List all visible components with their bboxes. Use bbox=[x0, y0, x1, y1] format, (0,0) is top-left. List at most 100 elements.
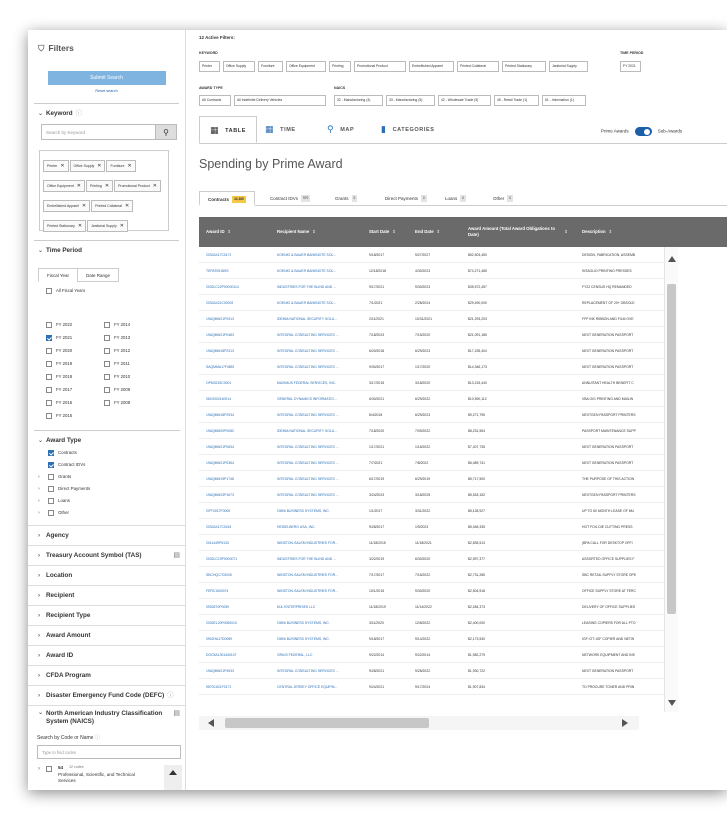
tab-contract-idvs[interactable]: Contract IDVs 970 bbox=[270, 191, 311, 206]
award-id-link[interactable]: 19AQMM18P2934 bbox=[206, 407, 234, 423]
award-id-link[interactable]: 2032LC19P0000071 bbox=[206, 551, 237, 567]
recipient-link[interactable]: MAXIMUS FEDERAL SERVICES, INC. bbox=[277, 375, 365, 391]
recipient-link[interactable]: INTEGRAL CONSULTING SERVICES ... bbox=[277, 343, 365, 359]
award-type-item[interactable]: Contract IDVs bbox=[38, 459, 185, 471]
checkbox[interactable] bbox=[46, 765, 52, 772]
recipient-link[interactable]: OMNI BUSINESS SYSTEMS, INC. bbox=[277, 615, 365, 631]
recipient-link[interactable]: INTEGRAL CONSULTING SERVICES ... bbox=[277, 471, 365, 487]
column-header[interactable]: Description ⇕ bbox=[582, 217, 664, 247]
tab-contracts[interactable]: Contracts 33,385 bbox=[199, 191, 255, 206]
checkbox[interactable] bbox=[104, 373, 110, 380]
recipient-link[interactable]: MJL ENTERPRISES LLC bbox=[277, 599, 365, 615]
keyword-chip[interactable]: Office Supply ✕ bbox=[69, 160, 106, 172]
award-type-item[interactable]: › Grants bbox=[38, 471, 185, 483]
keyword-chip[interactable]: Printer ✕ bbox=[43, 160, 69, 172]
tab-direct-payments[interactable]: Direct Payments 0 bbox=[385, 191, 427, 206]
award-id-link[interactable]: 19AQMM21P0364 bbox=[206, 455, 234, 471]
award-id-link[interactable]: 19AQMM21P0313 bbox=[206, 311, 234, 327]
section-header-recipient-type[interactable]: › Recipient Type bbox=[28, 606, 185, 626]
close-icon[interactable]: ✕ bbox=[128, 163, 132, 169]
keyword-chip[interactable]: Embellished Apparel ✕ bbox=[43, 200, 91, 212]
filter-tag[interactable]: 42 - Wholesale Trade (5) bbox=[438, 95, 491, 106]
section-header-treasury-account-symbol-tas[interactable]: › Treasury Account Symbol (TAS) ▤ bbox=[28, 546, 185, 566]
filter-tag[interactable]: Printed Collateral bbox=[457, 61, 499, 72]
section-header-award-id[interactable]: › Award ID bbox=[28, 646, 185, 666]
fiscal-year-checkbox[interactable]: FY 2020 bbox=[46, 344, 72, 357]
checkbox[interactable] bbox=[104, 334, 110, 341]
fiscal-year-checkbox[interactable]: FY 2019 bbox=[46, 357, 72, 370]
submit-search-button[interactable]: Submit Search bbox=[47, 71, 166, 85]
recipient-link[interactable]: INTEGRAL CONSULTING SERVICES ... bbox=[277, 359, 365, 375]
recipient-link[interactable]: OMNI BUSINESS SYSTEMS, INC. bbox=[277, 503, 365, 519]
checkbox[interactable] bbox=[48, 473, 54, 480]
filter-tag[interactable]: Office Supply bbox=[223, 61, 255, 72]
recipient-link[interactable]: KOENIG & BAUER BANKNOTE SOL... bbox=[277, 295, 365, 311]
checkbox[interactable] bbox=[104, 386, 110, 393]
time-period-section-header[interactable]: ⌄ Time Period bbox=[28, 241, 185, 261]
table-icon[interactable]: ▤ bbox=[173, 546, 180, 566]
award-id-link[interactable]: 2032A417C0248 bbox=[206, 519, 231, 535]
checkbox[interactable] bbox=[46, 360, 52, 367]
filter-tag[interactable]: Printer bbox=[199, 61, 220, 72]
sort-icon[interactable]: ⇕ bbox=[564, 229, 568, 235]
recipient-link[interactable]: INTEGRAL CONSULTING SERVICES ... bbox=[277, 663, 365, 679]
close-icon[interactable]: ✕ bbox=[105, 183, 109, 189]
keyword-chip[interactable]: Promotional Product ✕ bbox=[114, 180, 161, 192]
recipient-link[interactable]: IDEMIA NATIONAL SECURITY SOLU... bbox=[277, 423, 365, 439]
recipient-link[interactable]: GRIUS FEDERAL, LLC bbox=[277, 647, 365, 663]
checkbox[interactable] bbox=[104, 321, 110, 328]
section-header-cfda-program[interactable]: › CFDA Program bbox=[28, 666, 185, 686]
recipient-link[interactable]: INTEGRAL CONSULTING SERVICES ... bbox=[277, 439, 365, 455]
award-id-link[interactable]: GPT0017F0005 bbox=[206, 503, 230, 519]
checkbox[interactable] bbox=[104, 360, 110, 367]
recipient-link[interactable]: OMNI BUSINESS SYSTEMS, INC. bbox=[277, 631, 365, 647]
section-header-award-amount[interactable]: › Award Amount bbox=[28, 626, 185, 646]
filter-tag[interactable]: Office Equipment bbox=[286, 61, 326, 72]
chevron-right-icon[interactable]: › bbox=[38, 483, 48, 495]
award-id-link[interactable]: SBCHQ17C0026 bbox=[206, 567, 232, 583]
award-id-link[interactable]: 19AQMM18P2313 bbox=[206, 343, 234, 359]
checkbox[interactable] bbox=[48, 449, 54, 456]
sort-icon[interactable]: ⇕ bbox=[228, 229, 232, 235]
award-id-link[interactable]: 0902HA17D0089 bbox=[206, 631, 232, 647]
horizontal-scrollbar[interactable] bbox=[199, 716, 639, 730]
filter-tag[interactable]: FY 2021 bbox=[620, 61, 641, 72]
checkbox[interactable] bbox=[46, 386, 52, 393]
filter-tag[interactable]: Promotional Product bbox=[354, 61, 406, 72]
sort-icon[interactable]: ⇕ bbox=[312, 229, 316, 235]
naics-search-input[interactable]: Type to find codes bbox=[37, 744, 181, 759]
checkbox[interactable] bbox=[48, 497, 54, 504]
scroll-left-icon[interactable] bbox=[208, 719, 214, 727]
sort-icon[interactable]: ⇕ bbox=[437, 229, 441, 235]
search-icon[interactable]: ⚲ bbox=[155, 124, 177, 140]
recipient-link[interactable]: INTEGRAL CONSULTING SERVICES ... bbox=[277, 407, 365, 423]
award-type-item[interactable]: › Direct Payments bbox=[38, 483, 185, 495]
fiscal-year-checkbox[interactable]: FY 2017 bbox=[46, 383, 72, 396]
checkbox[interactable] bbox=[46, 412, 52, 419]
recipient-link[interactable]: HEIDELBERG USA, INC. bbox=[277, 519, 365, 535]
column-header[interactable]: Recipient Name ⇕ bbox=[277, 217, 362, 247]
checkbox[interactable] bbox=[46, 347, 52, 354]
filter-tag[interactable]: 32 - Manufacturing (4) bbox=[334, 95, 383, 106]
close-icon[interactable]: ✕ bbox=[78, 223, 82, 229]
scroll-down-icon[interactable] bbox=[668, 700, 676, 706]
all-fiscal-years-checkbox[interactable]: All Fiscal Years bbox=[46, 284, 185, 297]
scroll-right-icon[interactable] bbox=[622, 719, 628, 727]
column-header[interactable]: Award ID ⇕ bbox=[206, 217, 264, 247]
close-icon[interactable]: ✕ bbox=[77, 183, 81, 189]
column-header[interactable]: Start Date ⇕ bbox=[369, 217, 409, 247]
keyword-search-input[interactable]: Search by Keyword bbox=[41, 124, 156, 140]
checkbox[interactable] bbox=[48, 461, 54, 468]
keyword-chip[interactable]: Janitorial Supply ✕ bbox=[87, 220, 128, 232]
chevron-right-icon[interactable]: › bbox=[38, 765, 40, 773]
recipient-link[interactable]: WINSTON-SALEM INDUSTRIES FOR... bbox=[277, 567, 365, 583]
award-id-link[interactable]: 06C0002140014 bbox=[206, 391, 231, 407]
fiscal-year-checkbox[interactable]: FY 2021 bbox=[46, 331, 72, 344]
award-id-link[interactable]: 19AQMM19P1748 bbox=[206, 471, 234, 487]
tab-date-range[interactable]: Date Range bbox=[77, 268, 120, 282]
checkbox[interactable] bbox=[46, 373, 52, 380]
recipient-link[interactable]: KOENIG & BAUER BANKNOTE SOL... bbox=[277, 263, 365, 279]
checkbox[interactable] bbox=[104, 347, 110, 354]
tab-categories[interactable]: ▮ CATEGORIES bbox=[381, 116, 435, 143]
fiscal-year-checkbox[interactable]: FY 2018 bbox=[46, 370, 72, 383]
